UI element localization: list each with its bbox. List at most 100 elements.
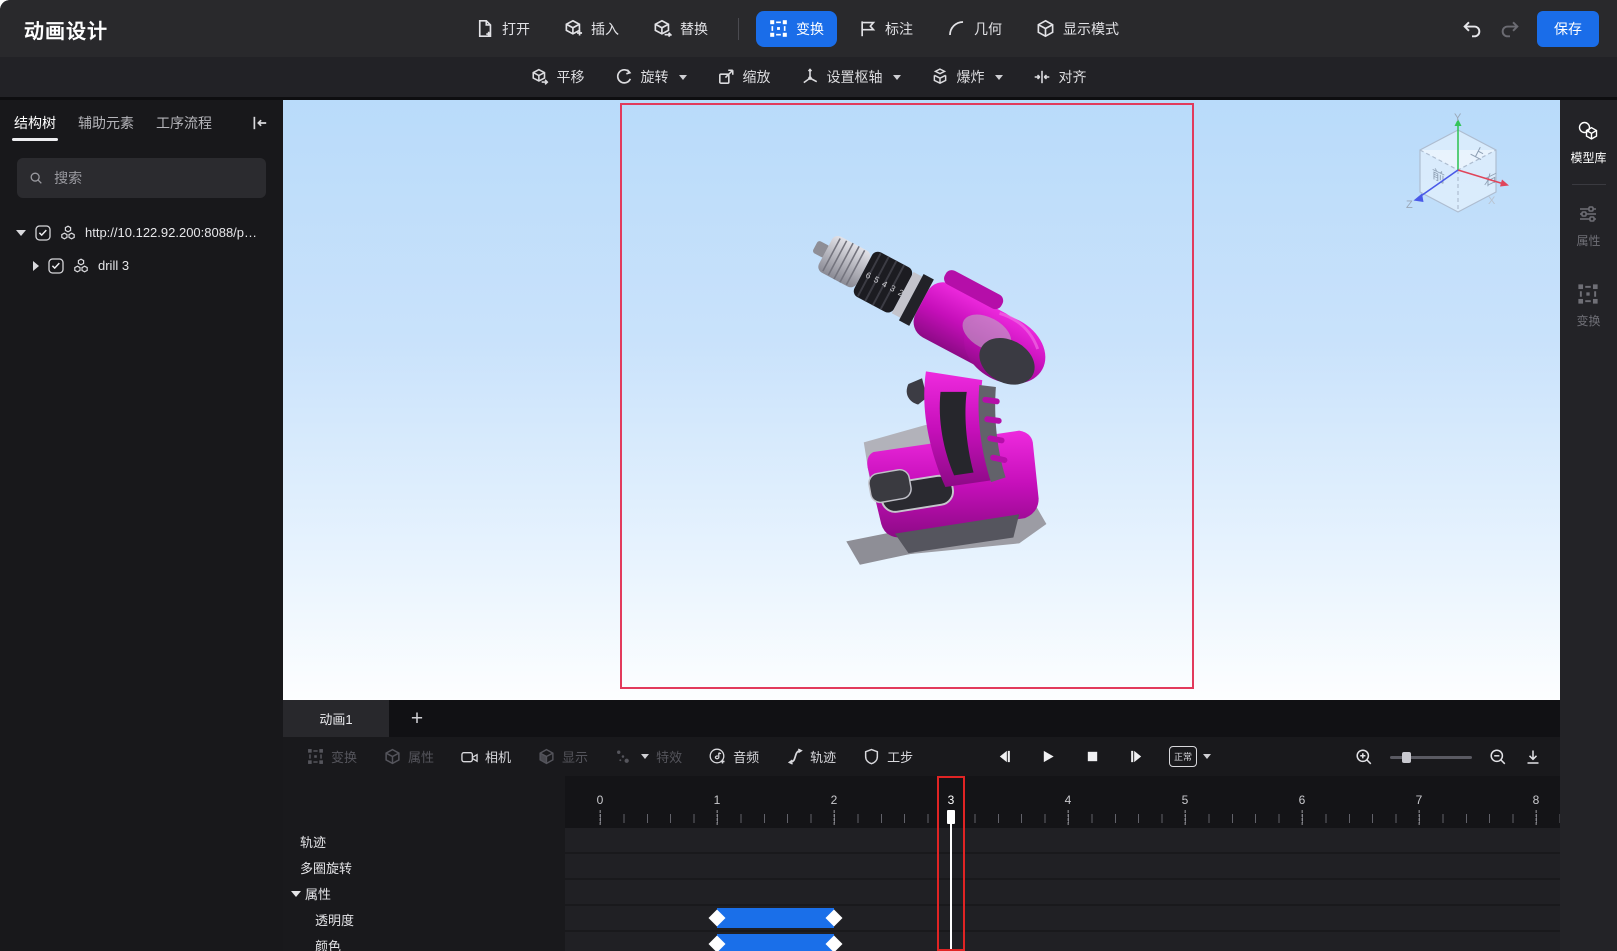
- rotate-dropdown-caret[interactable]: [678, 74, 687, 80]
- timeline-zoom-slider[interactable]: [1390, 750, 1472, 764]
- tl-transform-label: 变换: [331, 750, 358, 765]
- explode-button[interactable]: 爆炸: [931, 67, 1003, 87]
- set-pivot-button[interactable]: 设置枢轴: [801, 67, 901, 87]
- add-animation-tab-button[interactable]: +: [389, 700, 445, 737]
- row-label[interactable]: 多圈旋转: [300, 858, 352, 877]
- row-label[interactable]: 属性: [291, 884, 331, 903]
- row-label[interactable]: 轨迹: [300, 832, 326, 851]
- keyframe-bar[interactable]: [708, 934, 843, 951]
- animation-tab[interactable]: 动画1: [283, 700, 389, 737]
- row-label[interactable]: 透明度: [315, 910, 354, 929]
- annotation-button[interactable]: 标注: [845, 11, 926, 47]
- playhead[interactable]: 3: [937, 776, 965, 951]
- keyframe-diamond-start[interactable]: [708, 909, 726, 927]
- row-label[interactable]: 颜色: [315, 936, 341, 951]
- checkbox-checked-icon[interactable]: [48, 257, 64, 274]
- undo-icon[interactable]: [1461, 18, 1483, 40]
- speed-dropdown-caret[interactable]: [1203, 754, 1211, 759]
- insert-button[interactable]: 插入: [551, 11, 632, 47]
- tl-trajectory-button[interactable]: 轨迹: [786, 747, 836, 766]
- row-expand-caret[interactable]: [291, 890, 301, 897]
- replace-button[interactable]: 替换: [640, 11, 721, 47]
- zoom-out-icon[interactable]: [1489, 748, 1507, 766]
- tl-trajectory-label: 轨迹: [810, 750, 837, 765]
- timeline-ruler[interactable]: 0 1 2 3 4 5 6 7 8: [565, 776, 1560, 828]
- transform-button[interactable]: 变换: [756, 10, 837, 47]
- slider-handle[interactable]: [1402, 751, 1411, 763]
- row-track[interactable]: [565, 880, 1560, 904]
- left-sidebar: 结构树 辅助元素 工序流程 http://10.122.92.200:8088/…: [0, 100, 283, 951]
- keyframe-bar[interactable]: [708, 908, 843, 928]
- tree-node-label[interactable]: drill 3: [98, 258, 129, 273]
- viewport-3d[interactable]: 上 前 右 Y Z X: [283, 100, 1560, 700]
- tl-workstep-button[interactable]: 工步: [863, 747, 913, 766]
- track-row-transparency[interactable]: 透明度: [283, 906, 1560, 930]
- set-pivot-dropdown-caret[interactable]: [892, 74, 901, 80]
- drill-model[interactable]: 12V 6 5 4 3 2: [788, 185, 1060, 587]
- open-button[interactable]: 打开: [462, 11, 543, 47]
- display-mode-button[interactable]: 显示模式: [1023, 11, 1132, 47]
- playhead-time-label: 3: [943, 793, 959, 807]
- speed-chip: 正常: [1169, 746, 1197, 767]
- row-track[interactable]: [565, 854, 1560, 878]
- redo-icon[interactable]: [1499, 18, 1521, 40]
- step-forward-icon[interactable]: [1129, 749, 1144, 764]
- tree-node-drill[interactable]: drill 3: [0, 249, 283, 282]
- search-input[interactable]: [52, 169, 254, 187]
- transform-label: 变换: [796, 20, 824, 37]
- tab-process-flow[interactable]: 工序流程: [156, 99, 212, 147]
- zoom-in-icon[interactable]: [1355, 748, 1373, 766]
- playback-speed-selector[interactable]: 正常: [1169, 737, 1211, 776]
- track-row-properties[interactable]: 属性: [283, 880, 1560, 904]
- keyframe-diamond-end[interactable]: [825, 935, 843, 951]
- effects-dropdown-caret[interactable]: [641, 754, 650, 759]
- view-cube[interactable]: 上 前 右 Y Z X: [1396, 112, 1514, 224]
- tl-effects-button[interactable]: 特效: [615, 747, 682, 766]
- panel-model-library[interactable]: 模型库: [1570, 120, 1607, 166]
- align-button[interactable]: 对齐: [1033, 67, 1087, 87]
- tl-transform-button[interactable]: 变换: [307, 747, 357, 766]
- track-row-multiturn-rotation[interactable]: 多圈旋转: [283, 854, 1560, 878]
- replace-label: 替换: [680, 20, 708, 37]
- tl-display-button[interactable]: 显示: [538, 747, 588, 766]
- pan-button[interactable]: 平移: [531, 67, 585, 87]
- effects-particles-icon: [617, 750, 629, 763]
- tab-structure-tree[interactable]: 结构树: [12, 99, 58, 147]
- download-icon[interactable]: [1524, 748, 1542, 766]
- pivot-axes-icon: [802, 68, 817, 84]
- tree-node-root[interactable]: http://10.122.92.200:8088/pack...: [0, 216, 283, 249]
- tl-audio-button[interactable]: 音频: [709, 747, 759, 766]
- pan-label: 平移: [556, 69, 585, 85]
- keyframe-diamond-start[interactable]: [708, 935, 726, 951]
- checkbox-checked-icon[interactable]: [35, 224, 51, 241]
- tl-camera-button[interactable]: 相机: [461, 747, 511, 766]
- scale-button[interactable]: 缩放: [717, 67, 771, 87]
- panel-properties[interactable]: 属性: [1576, 203, 1601, 249]
- row-track[interactable]: [565, 932, 1560, 951]
- tl-properties-button[interactable]: 属性: [384, 747, 434, 766]
- explode-dropdown-caret[interactable]: [994, 74, 1003, 80]
- rotate-button[interactable]: 旋转: [615, 67, 687, 87]
- row-track[interactable]: [565, 906, 1560, 930]
- timeline-tools: 变换 属性 相机 显示 特效 音频 轨迹 工步: [307, 737, 913, 776]
- collapsed-caret-icon[interactable]: [33, 260, 39, 271]
- row-track[interactable]: [565, 828, 1560, 852]
- tl-display-label: 显示: [562, 750, 589, 765]
- keyframe-diamond-end[interactable]: [825, 909, 843, 927]
- tree-node-label[interactable]: http://10.122.92.200:8088/pack...: [85, 225, 261, 240]
- save-button[interactable]: 保存: [1537, 10, 1599, 47]
- panel-transform[interactable]: 变换: [1576, 283, 1601, 329]
- search-box[interactable]: [17, 158, 266, 198]
- ruler-tick-6: 6: [1299, 793, 1305, 825]
- drill-body: 6 5 4 3 2: [813, 235, 1046, 385]
- stop-icon[interactable]: [1085, 749, 1100, 764]
- step-backward-icon[interactable]: [997, 749, 1012, 764]
- track-row-color[interactable]: 颜色: [283, 932, 1560, 951]
- expand-caret-icon[interactable]: [16, 229, 26, 236]
- geometry-button[interactable]: 几何: [934, 11, 1015, 47]
- track-row-trajectory[interactable]: 轨迹: [283, 828, 1560, 852]
- axis-z-label: Z: [1406, 199, 1413, 211]
- tab-auxiliary-elements[interactable]: 辅助元素: [78, 99, 134, 147]
- collapse-sidebar-icon[interactable]: [251, 114, 269, 132]
- play-icon[interactable]: [1041, 749, 1056, 764]
